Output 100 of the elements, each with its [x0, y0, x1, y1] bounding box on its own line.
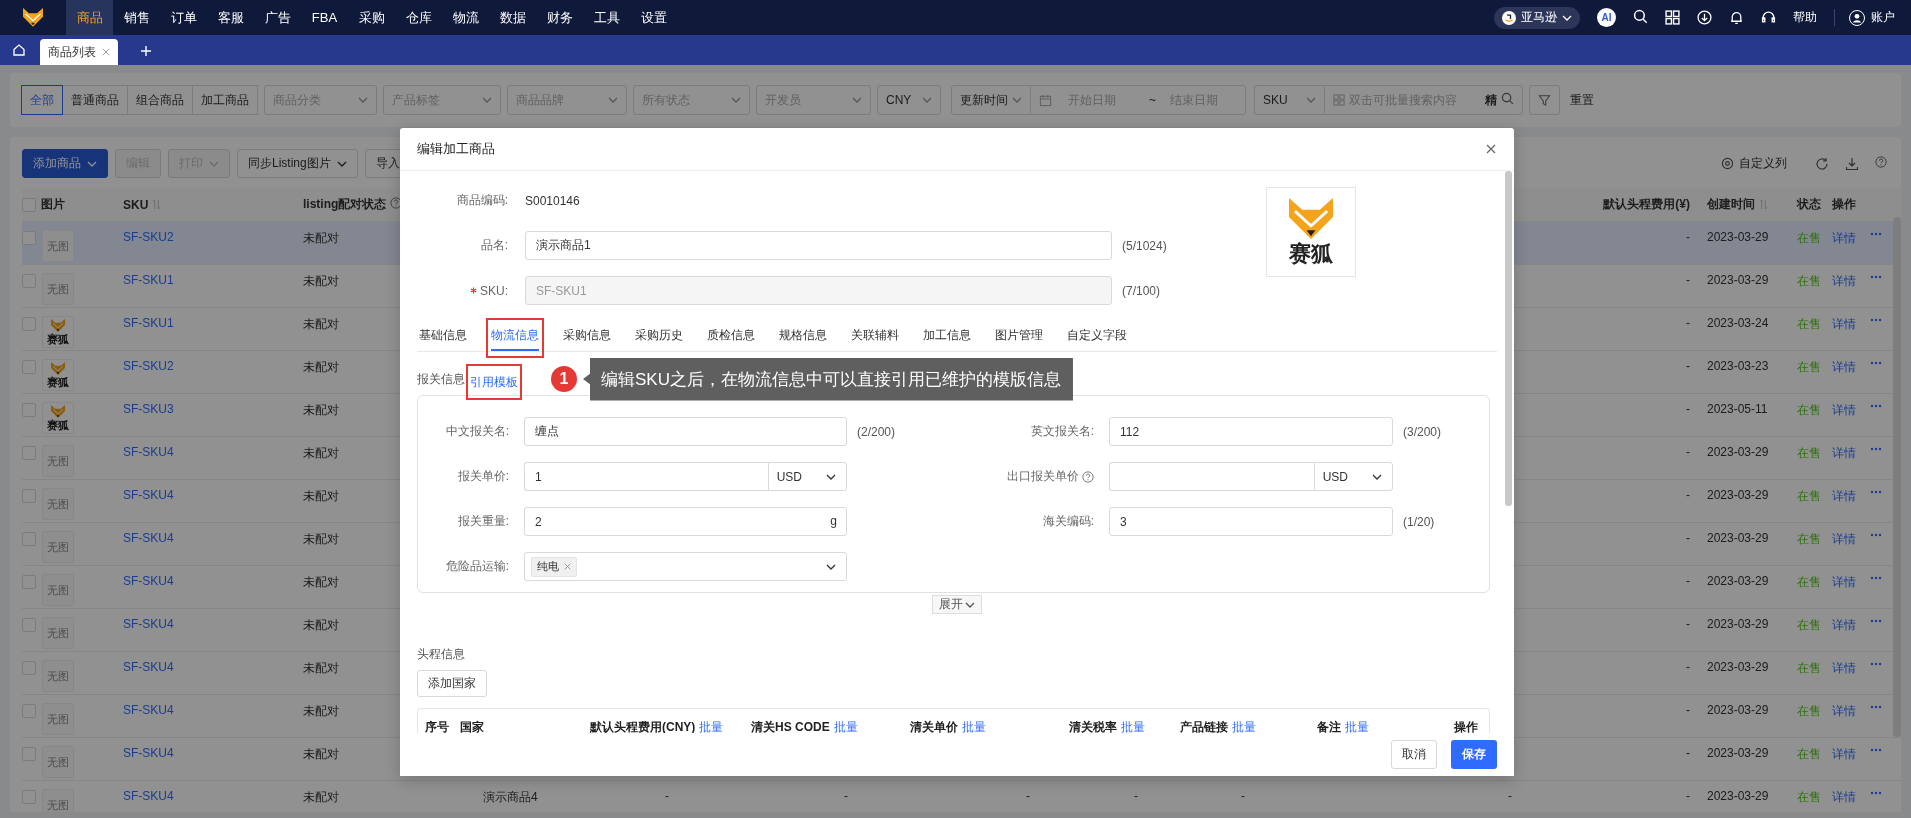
batch-link[interactable]: 批量: [1232, 719, 1256, 733]
detail-link[interactable]: 详情: [1832, 273, 1856, 290]
detail-link[interactable]: 详情: [1832, 531, 1856, 548]
toolbar-button[interactable]: 添加商品: [22, 149, 108, 178]
detail-link[interactable]: 详情: [1832, 402, 1856, 419]
nav-item[interactable]: 仓库: [395, 0, 442, 35]
sku-link[interactable]: SF-SKU4: [123, 574, 174, 588]
sku-link[interactable]: SF-SKU2: [123, 230, 174, 244]
remove-tag-icon[interactable]: [564, 563, 571, 570]
detail-link[interactable]: 详情: [1832, 488, 1856, 505]
price-input[interactable]: [1109, 462, 1314, 491]
detail-link[interactable]: 详情: [1832, 574, 1856, 591]
close-icon[interactable]: [1486, 144, 1496, 154]
marketplace-selector[interactable]: 亚马逊: [1494, 6, 1580, 29]
close-tab-icon[interactable]: [102, 48, 110, 56]
nav-item[interactable]: 商品: [66, 0, 113, 35]
add-tab-icon[interactable]: [140, 45, 152, 57]
more-icon[interactable]: [1870, 232, 1882, 236]
add-country-button[interactable]: 添加国家: [417, 670, 487, 697]
detail-link[interactable]: 详情: [1832, 230, 1856, 247]
dialog-tab[interactable]: 规格信息: [779, 321, 827, 352]
template-link[interactable]: 引用模板: [466, 364, 522, 400]
ai-button[interactable]: AI: [1597, 8, 1616, 27]
text-input[interactable]: 3: [1109, 507, 1393, 536]
more-icon[interactable]: [1870, 361, 1882, 365]
text-input[interactable]: 缠点: [524, 417, 847, 446]
more-icon[interactable]: [1870, 533, 1882, 537]
nav-item[interactable]: 广告: [254, 0, 301, 35]
type-filter-tab[interactable]: 全部: [21, 85, 63, 115]
batch-link[interactable]: 批量: [962, 719, 986, 733]
dialog-tab[interactable]: 采购历史: [635, 321, 683, 352]
custom-columns-button[interactable]: 自定义列: [1721, 155, 1787, 172]
more-icon[interactable]: [1870, 275, 1882, 279]
nav-item[interactable]: 数据: [489, 0, 536, 35]
dialog-tab[interactable]: 关联辅料: [851, 321, 899, 352]
dialog-tab[interactable]: 自定义字段: [1067, 321, 1127, 352]
refresh-icon[interactable]: [1815, 156, 1829, 171]
nav-item[interactable]: 物流: [442, 0, 489, 35]
more-icon[interactable]: [1870, 404, 1882, 408]
sku-link[interactable]: SF-SKU4: [123, 660, 174, 674]
sku-link[interactable]: SF-SKU1: [123, 273, 174, 287]
type-filter-tab[interactable]: 加工商品: [192, 85, 258, 115]
nav-item[interactable]: FBA: [301, 0, 348, 35]
reset-button[interactable]: 重置: [1566, 91, 1598, 109]
currency-select[interactable]: USD: [767, 462, 847, 491]
text-input[interactable]: 演示商品1: [525, 231, 1112, 260]
batch-link[interactable]: 批量: [1345, 719, 1369, 733]
batch-link[interactable]: 批量: [1121, 719, 1145, 733]
type-filter-tab[interactable]: 普通商品: [62, 85, 128, 115]
type-filter-tab[interactable]: 组合商品: [127, 85, 193, 115]
detail-link[interactable]: 详情: [1832, 359, 1856, 376]
more-icon[interactable]: [1870, 791, 1882, 795]
more-icon[interactable]: [1870, 619, 1882, 623]
toolbar-button[interactable]: 同步Listing图片: [237, 149, 358, 178]
sku-link[interactable]: SF-SKU4: [123, 746, 174, 760]
more-icon[interactable]: [1870, 748, 1882, 752]
more-icon[interactable]: [1870, 705, 1882, 709]
tag-select[interactable]: 纯电: [524, 552, 847, 581]
exact-match-toggle[interactable]: 精: [1485, 91, 1497, 109]
bell-icon[interactable]: [1729, 10, 1744, 25]
more-icon[interactable]: [1870, 576, 1882, 580]
filter-button[interactable]: [1529, 85, 1560, 115]
detail-link[interactable]: 详情: [1832, 445, 1856, 462]
more-icon[interactable]: [1870, 318, 1882, 322]
detail-link[interactable]: 详情: [1832, 789, 1856, 806]
batch-link[interactable]: 批量: [699, 719, 724, 733]
batch-link[interactable]: 批量: [833, 719, 858, 733]
dropdown-field[interactable]: 更新时间: [951, 85, 1031, 115]
detail-link[interactable]: 详情: [1832, 316, 1856, 333]
more-icon[interactable]: [1870, 662, 1882, 666]
sku-link[interactable]: SF-SKU4: [123, 789, 174, 803]
sku-link[interactable]: SF-SKU4: [123, 531, 174, 545]
apps-grid-icon[interactable]: [1665, 10, 1680, 25]
dialog-tab[interactable]: 图片管理: [995, 321, 1043, 352]
sku-link[interactable]: SF-SKU2: [123, 359, 174, 373]
help-icon[interactable]: [390, 197, 403, 209]
nav-item[interactable]: 财务: [536, 0, 583, 35]
expand-button[interactable]: 展开: [932, 595, 982, 614]
sku-link[interactable]: SF-SKU4: [123, 617, 174, 631]
scrollbar-thumb[interactable]: [1505, 171, 1512, 506]
cancel-button[interactable]: 取消: [1391, 740, 1437, 769]
text-input[interactable]: 112: [1109, 417, 1393, 446]
detail-link[interactable]: 详情: [1832, 617, 1856, 634]
sku-link[interactable]: SF-SKU1: [123, 316, 174, 330]
dropdown-field[interactable]: SKU: [1254, 85, 1325, 115]
nav-item[interactable]: 设置: [630, 0, 677, 35]
dialog-tab[interactable]: 质检信息: [707, 321, 755, 352]
dialog-tab[interactable]: 物流信息: [486, 318, 544, 358]
sku-link[interactable]: SF-SKU3: [123, 402, 174, 416]
more-icon[interactable]: [1870, 490, 1882, 494]
help-link[interactable]: 帮助: [1793, 9, 1817, 26]
sku-link[interactable]: SF-SKU4: [123, 703, 174, 717]
nav-item[interactable]: 采购: [348, 0, 395, 35]
detail-link[interactable]: 详情: [1832, 746, 1856, 763]
dropdown-field[interactable]: CNY: [877, 85, 941, 115]
more-icon[interactable]: [1870, 447, 1882, 451]
dialog-tab[interactable]: 采购信息: [563, 321, 611, 352]
account-menu[interactable]: 账户: [1834, 9, 1895, 26]
detail-link[interactable]: 详情: [1832, 660, 1856, 677]
nav-item[interactable]: 客服: [207, 0, 254, 35]
